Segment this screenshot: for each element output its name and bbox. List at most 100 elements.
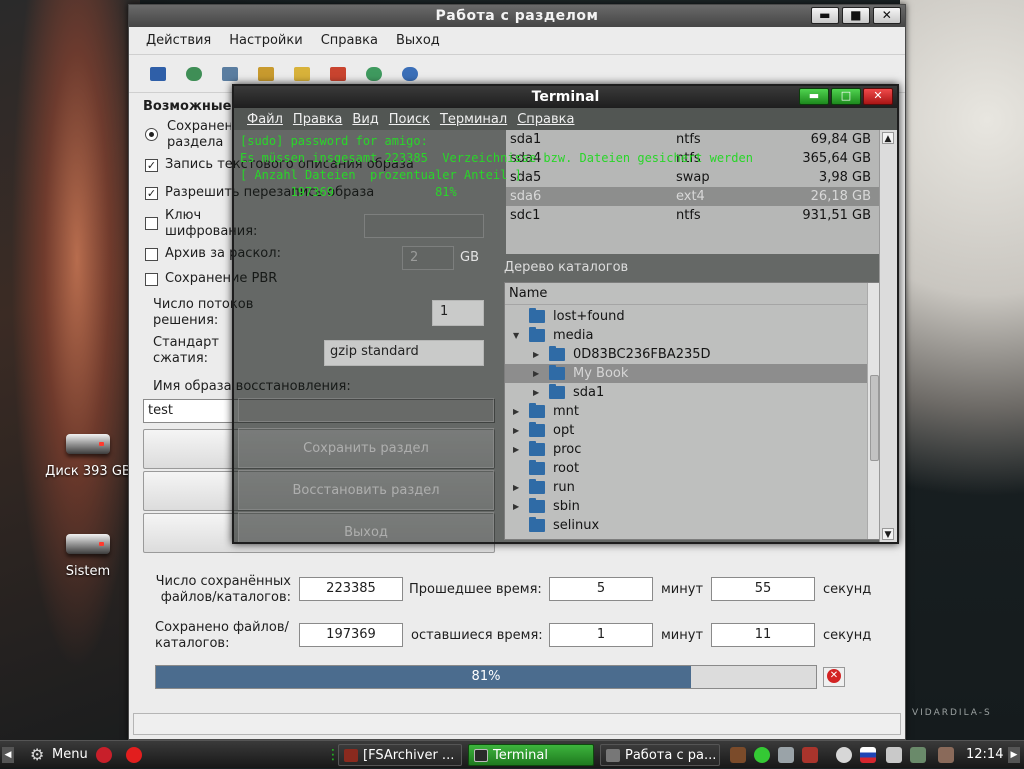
expander-arrow-icon[interactable]: ▶	[513, 402, 523, 421]
terminal-menu-file[interactable]: Файл	[242, 112, 288, 127]
info-icon[interactable]	[399, 64, 421, 84]
encryption-key-input[interactable]	[364, 214, 484, 238]
properties-icon[interactable]	[255, 64, 277, 84]
expander-arrow-icon[interactable]: ▶	[513, 440, 523, 459]
folder-icon	[529, 308, 545, 323]
taskbar-right-arrow-icon[interactable]: ▶	[1008, 747, 1020, 763]
encryption-checkbox[interactable]	[145, 217, 158, 230]
window-titlebar[interactable]: Работа с разделом ▬ ■ ✕	[129, 5, 905, 27]
terminal-menu-terminal[interactable]: Терминал	[435, 112, 512, 127]
tree-node[interactable]: ▶ 0D83BC236FBA235D	[505, 345, 881, 364]
tree-node[interactable]: lost+found	[505, 307, 881, 326]
save-icon[interactable]	[147, 64, 169, 84]
text-description-checkbox[interactable]: ✓	[145, 159, 158, 172]
expanded-arrow-icon[interactable]: ▼	[513, 326, 523, 345]
film-icon[interactable]	[802, 747, 818, 763]
partition-size: 365,64 GB	[802, 151, 871, 166]
undo-icon[interactable]	[183, 64, 205, 84]
menu-button[interactable]: Menu	[52, 741, 88, 769]
tree-node[interactable]: ▶ run	[505, 478, 881, 497]
terminal-maximize-button[interactable]: □	[831, 88, 861, 105]
tree-node[interactable]: ▶ mnt	[505, 402, 881, 421]
saved-total-label: Число сохранённых файлов/каталогов:	[155, 574, 291, 605]
clock[interactable]: 12:14	[966, 741, 1003, 769]
partition-row[interactable]: sda1 ntfs 69,84 GB	[506, 130, 881, 149]
minimize-button[interactable]: ▬	[811, 7, 839, 24]
launcher-icon[interactable]	[96, 747, 112, 763]
forward-icon[interactable]	[291, 64, 313, 84]
allow-overwrite-checkbox[interactable]: ✓	[145, 187, 158, 200]
expander-arrow-icon[interactable]: ▶	[533, 383, 543, 402]
close-button[interactable]: ✕	[873, 7, 901, 24]
camera-icon[interactable]	[730, 747, 746, 763]
folder-icon	[549, 365, 565, 380]
tree-node[interactable]: ▶ sda1	[505, 383, 881, 402]
menu-help[interactable]: Справка	[314, 33, 385, 48]
partition-row[interactable]: sdc1 ntfs 931,51 GB	[506, 206, 881, 225]
maximize-button[interactable]: ■	[842, 7, 870, 24]
gear-icon[interactable]: ⚙	[30, 741, 44, 769]
terminal-menu-help[interactable]: Справка	[512, 112, 579, 127]
taskbar-left-arrow-icon[interactable]: ◀	[2, 747, 14, 763]
expander-arrow-icon[interactable]: ▶	[533, 345, 543, 364]
progress-bar: 81%	[155, 665, 817, 689]
options-header: Возможные	[143, 99, 232, 114]
scroll-down-icon[interactable]: ▼	[882, 528, 894, 540]
partition-icon[interactable]	[219, 64, 241, 84]
terminal-minimize-button[interactable]: ▬	[799, 88, 829, 105]
folder-icon	[529, 403, 545, 418]
terminal-menu-edit[interactable]: Правка	[288, 112, 347, 127]
desktop-icon-disk[interactable]: Диск 393 GB	[38, 434, 138, 479]
expander-arrow-icon[interactable]: ▶	[513, 497, 523, 516]
tree-node[interactable]: root	[505, 459, 881, 478]
directory-tree[interactable]: Name lost+found ▼ media ▶ 0D83BC236FBA235D ▶ M…	[504, 282, 882, 540]
tree-column-header[interactable]: Name	[505, 283, 881, 305]
tree-node[interactable]: selinux	[505, 516, 881, 535]
menu-actions[interactable]: Действия	[139, 33, 218, 48]
save-pbr-checkbox[interactable]	[145, 273, 158, 286]
network-icon[interactable]	[886, 747, 902, 763]
terminal-line: [sudo] password for amigo:	[240, 134, 428, 148]
progress-label: 81%	[471, 669, 501, 684]
save-partition-radio[interactable]	[145, 128, 158, 141]
cancel-icon[interactable]	[823, 667, 845, 687]
elapsed-minutes-value: 5	[549, 577, 653, 601]
play-icon[interactable]	[754, 747, 770, 763]
partition-list[interactable]: sda1 ntfs 69,84 GB sda4 ntfs 365,64 GB sda5 swa…	[506, 130, 881, 254]
expander-arrow-icon[interactable]: ▶	[533, 364, 543, 383]
mouse-icon[interactable]	[836, 747, 852, 763]
partition-row[interactable]: sda6 ext4 26,18 GB	[506, 187, 881, 206]
expander-arrow-icon[interactable]: ▶	[513, 478, 523, 497]
terminal-scrollbar[interactable]: ▲ ▼	[879, 130, 897, 542]
remaining-seconds-unit: секунд	[823, 628, 872, 643]
terminal-titlebar[interactable]: Terminal ▬ □ ✕	[234, 86, 897, 108]
partition-row[interactable]: sda5 swap 3,98 GB	[506, 168, 881, 187]
volume-icon[interactable]	[910, 747, 926, 763]
globe-icon[interactable]	[363, 64, 385, 84]
task-terminal[interactable]: Terminal	[468, 744, 594, 766]
battery-icon[interactable]	[938, 747, 954, 763]
terminal-output[interactable]: 2 GB 1 gzip standard Сохранить раздел Во…	[234, 130, 882, 542]
expander-arrow-icon[interactable]: ▶	[513, 421, 523, 440]
delete-icon[interactable]	[327, 64, 349, 84]
scroll-up-icon[interactable]: ▲	[882, 132, 894, 144]
desktop-icon-sistem[interactable]: Sistem	[38, 534, 138, 579]
terminal-close-button[interactable]: ✕	[863, 88, 893, 105]
tree-scroll-thumb[interactable]	[870, 375, 879, 461]
menu-settings[interactable]: Настройки	[222, 33, 309, 48]
keyboard-layout-icon[interactable]	[860, 747, 876, 763]
task-partition-window[interactable]: Работа с ра...	[600, 744, 720, 766]
tree-node[interactable]: ▼ media	[505, 326, 881, 345]
tree-node[interactable]: ▶ My Book	[505, 364, 881, 383]
terminal-menu-view[interactable]: Вид	[347, 112, 383, 127]
opera-icon[interactable]	[126, 747, 142, 763]
folder-icon	[529, 422, 545, 437]
terminal-menu-search[interactable]: Поиск	[384, 112, 435, 127]
split-archive-checkbox[interactable]	[145, 248, 158, 261]
tree-node[interactable]: ▶ proc	[505, 440, 881, 459]
menu-exit[interactable]: Выход	[389, 33, 447, 48]
tree-node[interactable]: ▶ opt	[505, 421, 881, 440]
task-fsarchiver[interactable]: [FSArchiver ...	[338, 744, 462, 766]
tree-node[interactable]: ▶ sbin	[505, 497, 881, 516]
chat-icon[interactable]	[778, 747, 794, 763]
